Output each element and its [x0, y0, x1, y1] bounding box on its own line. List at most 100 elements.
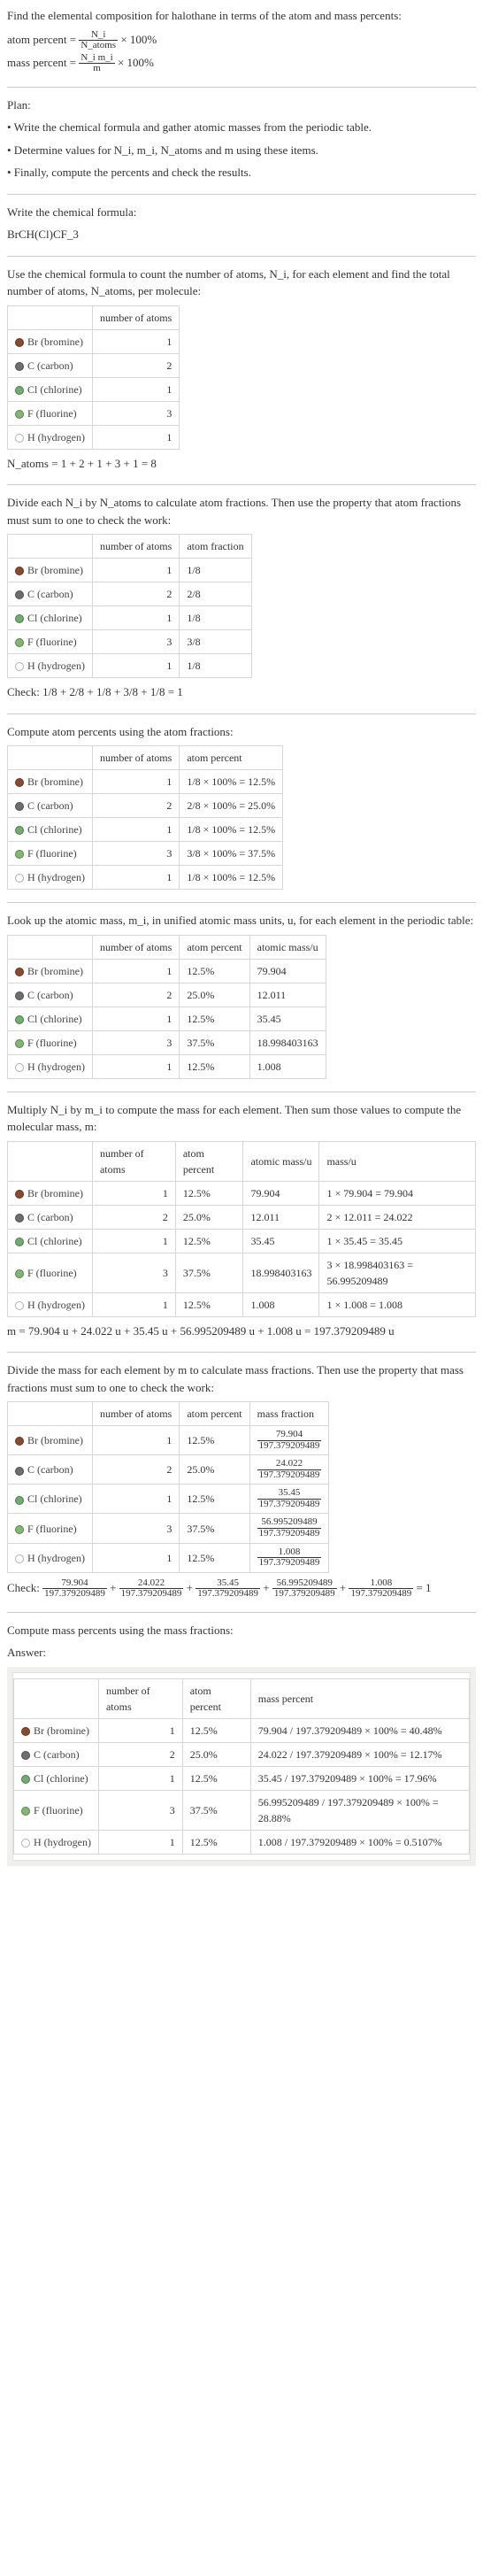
atom-percent-label: atom percent =	[7, 33, 76, 46]
mass-fractions-table: number of atomsatom percentmass fraction…	[7, 1401, 329, 1572]
cell-value: 35.45 / 197.379209489 × 100% = 17.96%	[250, 1766, 469, 1790]
element-dot-icon	[15, 662, 24, 671]
cell-value: 1	[92, 1054, 179, 1078]
col-mpct: mass percent	[250, 1678, 469, 1718]
divider	[7, 902, 476, 903]
mass-percent-label: mass percent =	[7, 56, 76, 69]
element-name: Br (bromine)	[27, 775, 83, 788]
cell-value: 25.0%	[175, 1205, 243, 1229]
element-dot-icon	[15, 1269, 24, 1278]
atom-percents-block: Compute atom percents using the atom fra…	[7, 723, 476, 891]
element-name: Br (bromine)	[27, 1187, 83, 1199]
col-natoms: number of atoms	[92, 305, 179, 329]
cell-value: 2	[92, 582, 179, 606]
cell-value: 12.5%	[180, 1426, 249, 1455]
element-name: F (fluorine)	[27, 636, 77, 648]
cell-value: 3/8	[180, 630, 251, 654]
cell-value: 24.022197.379209489	[249, 1455, 329, 1485]
cell-value: 1	[92, 1543, 179, 1572]
mpct-intro: Compute mass percents using the mass fra…	[7, 1622, 476, 1639]
cell-value: 2/8 × 100% = 25.0%	[180, 794, 283, 818]
atomic-mass-block: Look up the atomic mass, m_i, in unified…	[7, 912, 476, 1079]
plan-bullet-3: • Finally, compute the percents and chec…	[7, 164, 476, 181]
cell-value: 1	[92, 1485, 179, 1514]
afrac-intro: Divide each N_i by N_atoms to calculate …	[7, 494, 476, 528]
element-dot-icon	[15, 1437, 24, 1446]
cell-value: 1	[92, 377, 179, 401]
element-name: Cl (chlorine)	[27, 383, 82, 396]
element-dot-icon	[15, 638, 24, 647]
cell-value: 1.008	[249, 1054, 326, 1078]
cell-value: 3	[92, 1030, 179, 1054]
mass-percent-fraction: N_i m_i m	[79, 53, 114, 74]
element-dot-icon	[15, 614, 24, 623]
element-name: C (carbon)	[27, 1211, 73, 1223]
element-mass-table: number of atomsatom percentatomic mass/u…	[7, 1141, 476, 1317]
divider	[7, 1091, 476, 1092]
cell-value: 1	[98, 1830, 182, 1854]
check-eq: = 1	[416, 1581, 431, 1594]
cell-value: 35.45197.379209489	[249, 1485, 329, 1514]
cell-value: 12.5%	[180, 1054, 249, 1078]
cell-value: 3 × 18.998403163 = 56.995209489	[319, 1253, 476, 1292]
element-name: F (fluorine)	[27, 1523, 77, 1535]
cell-value: 1	[92, 1292, 175, 1316]
element-name: C (carbon)	[27, 359, 73, 372]
col-natoms: number of atoms	[92, 1141, 175, 1181]
cell-value: 35.45	[249, 1006, 326, 1030]
cell-value: 1.008197.379209489	[249, 1543, 329, 1572]
element-name: F (fluorine)	[27, 1267, 77, 1279]
cell-value: 1	[92, 1229, 175, 1253]
cell-value: 37.5%	[180, 1514, 249, 1543]
element-dot-icon	[21, 1775, 30, 1784]
col-afrac: atom fraction	[180, 535, 251, 559]
element-dot-icon	[15, 567, 24, 575]
element-name: Cl (chlorine)	[34, 1772, 88, 1785]
cell-value: 37.5%	[182, 1790, 250, 1830]
cell-value: 3	[92, 401, 179, 425]
element-name: C (carbon)	[34, 1748, 80, 1761]
divider	[7, 484, 476, 485]
element-dot-icon	[15, 1039, 24, 1048]
answer-box: number of atomsatom percentmass percent …	[7, 1667, 476, 1866]
element-dot-icon	[15, 802, 24, 811]
amass-intro: Look up the atomic mass, m_i, in unified…	[7, 912, 476, 929]
element-name: Br (bromine)	[27, 335, 83, 348]
cell-value: 1	[92, 770, 179, 794]
cell-value: 12.5%	[180, 1543, 249, 1572]
cell-value: 79.904197.379209489	[249, 1426, 329, 1455]
element-dot-icon	[15, 362, 24, 371]
divider	[7, 713, 476, 714]
cell-value: 1 × 1.008 = 1.008	[319, 1292, 476, 1316]
cell-value: 12.5%	[180, 1485, 249, 1514]
cell-value: 56.995209489197.379209489	[249, 1514, 329, 1543]
element-name: H (hydrogen)	[27, 431, 85, 443]
cell-value: 2/8	[180, 582, 251, 606]
element-dot-icon	[15, 1554, 24, 1563]
col-mfrac: mass fraction	[249, 1402, 329, 1426]
col-apct: atom percent	[180, 746, 283, 770]
divider	[7, 87, 476, 88]
mass-percents-table: number of atomsatom percentmass percent …	[13, 1678, 470, 1855]
cell-value: 1	[92, 866, 179, 890]
element-name: H (hydrogen)	[34, 1836, 91, 1848]
element-name: C (carbon)	[27, 989, 73, 1001]
cell-value: 1/8	[180, 606, 251, 630]
cell-value: 35.45	[243, 1229, 319, 1253]
formula-text: Write the chemical formula:	[7, 204, 476, 221]
col-apct: atom percent	[182, 1678, 250, 1718]
atom-percents-table: number of atomsatom percent Br (bromine)…	[7, 745, 283, 890]
cell-value: 12.5%	[182, 1718, 250, 1742]
times-100: × 100%	[120, 33, 157, 46]
element-name: H (hydrogen)	[27, 871, 85, 883]
intro-block: Find the elemental composition for halot…	[7, 7, 476, 74]
chemical-formula-block: Write the chemical formula: BrCH(Cl)CF_3	[7, 204, 476, 243]
col-natoms: number of atoms	[92, 1402, 179, 1426]
element-dot-icon	[15, 1063, 24, 1072]
cell-value: 18.998403163	[243, 1253, 319, 1292]
cell-value: 2 × 12.011 = 24.022	[319, 1205, 476, 1229]
col-amass: atomic mass/u	[249, 935, 326, 959]
cell-value: 1/8 × 100% = 12.5%	[180, 866, 283, 890]
plan-bullet-2: • Determine values for N_i, m_i, N_atoms…	[7, 142, 476, 159]
col-amass: atomic mass/u	[243, 1141, 319, 1181]
